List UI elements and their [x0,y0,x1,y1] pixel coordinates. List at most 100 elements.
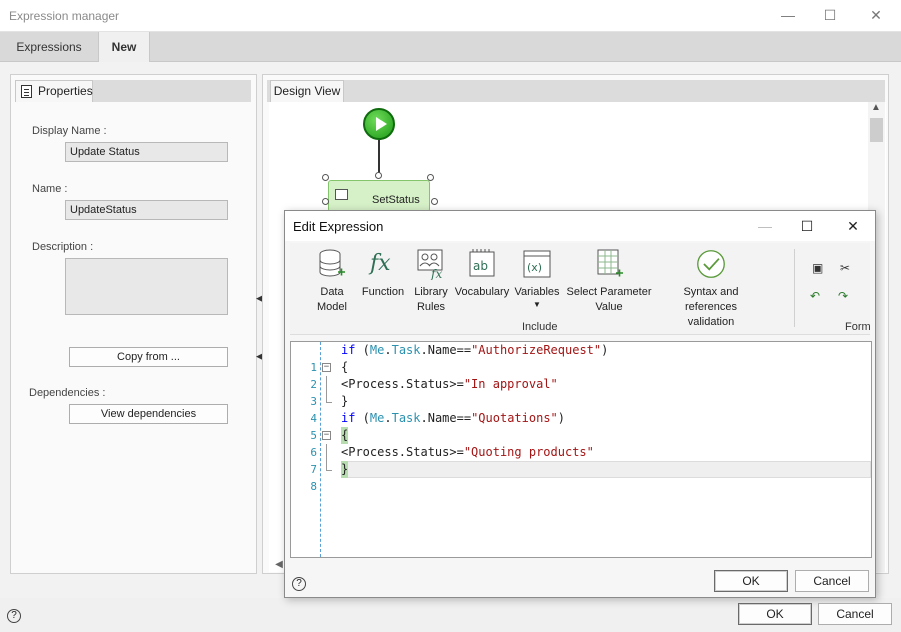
edit-expression-dialog: Edit Expression — ☐ ✕ Data Model fx Func… [284,210,876,598]
dialog-cancel-button[interactable]: Cancel [795,570,869,592]
database-icon [317,247,347,281]
code-text: <Process.Status>="Quoting products" [341,445,594,459]
dialog-ok-button[interactable]: OK [714,570,788,592]
variables-button[interactable]: (x) Variables ▼ [514,247,560,310]
properties-tab-label: Properties [38,84,93,98]
tab-expressions[interactable]: Expressions [0,32,98,62]
ribbon: Data Model fx Function fx Library Rules … [290,243,871,335]
syntax-validation-button[interactable]: Syntax and references validation [656,247,766,330]
close-icon[interactable]: ✕ [864,4,888,26]
select-parameter-icon [594,247,624,281]
dialog-title: Edit Expression [293,219,384,234]
vocabulary-button[interactable]: ab Vocabulary [452,247,512,300]
data-model-button[interactable]: Data Model [312,247,352,315]
task-icon [335,189,348,200]
function-icon: fx [368,247,398,281]
description-label: Description : [32,241,94,253]
library-rules-label-1: Library [414,286,448,298]
code-text: if (Me.Task.Name=="AuthorizeRequest") [341,343,609,357]
description-field[interactable] [65,258,228,315]
vocabulary-label: Vocabulary [454,286,510,298]
code-text: } [341,461,349,478]
cancel-button[interactable]: Cancel [818,603,892,625]
dialog-close-icon[interactable]: ✕ [841,216,865,236]
include-group-label: Include [522,321,558,333]
code-line: 4 } [291,393,871,425]
tab-bar: Expressions New [0,32,901,62]
window-title-bar: Expression manager — ☐ ✕ [0,0,901,32]
code-line: 3 <Process.Status>="In approval" [291,376,871,408]
tab-new[interactable]: New [98,32,150,62]
expression-editor[interactable]: 1 if (Me.Task.Name=="AuthorizeRequest") … [290,341,872,558]
data-model-label-2: Model [317,301,347,313]
validation-check-icon [696,247,726,281]
svg-text:ab: ab [473,259,488,273]
dialog-title-bar: Edit Expression — ☐ ✕ [285,211,875,241]
code-text: { [341,427,349,444]
cut-icon[interactable]: ✂ [840,261,850,275]
svg-text:fx: fx [368,251,391,276]
display-name-field[interactable]: Update Status [65,142,228,162]
view-dependencies-button[interactable]: View dependencies [69,404,228,424]
line-number: 8 [310,480,317,493]
code-text: <Process.Status>="In approval" [341,377,558,391]
dialog-help-icon[interactable]: ? [292,577,306,591]
svg-text:fx: fx [430,267,442,280]
selection-handle[interactable] [322,174,329,181]
syntax-validation-label-1: Syntax and references [683,286,739,313]
task-label: SetStatus [372,194,420,206]
selection-handle[interactable] [431,198,438,205]
maximize-icon[interactable]: ☐ [818,4,842,26]
select-parameter-label-2: Value [595,301,623,313]
vocabulary-icon: ab [467,247,497,281]
library-rules-label-2: Rules [416,301,446,313]
library-rules-button[interactable]: fx Library Rules [408,247,454,315]
code-text: } [341,394,349,408]
code-line: 6 − { [291,427,871,459]
design-view-tab[interactable]: Design View [270,80,344,102]
fold-collapse-icon[interactable]: − [322,431,331,440]
code-line: 1 if (Me.Task.Name=="AuthorizeRequest") [291,342,871,374]
selection-handle[interactable] [427,174,434,181]
format-group-label: Form [845,321,871,333]
variables-label: Variables [514,286,560,298]
select-parameter-label-1: Select Parameter [566,286,652,298]
design-view-header [267,80,885,102]
dependencies-label: Dependencies : [29,387,106,399]
display-name-label: Display Name : [32,125,107,137]
code-line: 5 if (Me.Task.Name=="Quotations") [291,410,871,442]
properties-tab[interactable]: Properties [15,80,93,102]
data-model-label-1: Data [320,286,344,298]
function-button[interactable]: fx Function [358,247,408,300]
start-node-icon[interactable] [363,108,395,140]
vertical-scroll-thumb[interactable] [870,118,883,142]
dialog-maximize-icon[interactable]: ☐ [795,216,819,236]
code-text: { [341,360,349,374]
properties-sheet-icon [21,85,32,98]
window-title: Expression manager [9,9,120,23]
select-parameter-value-button[interactable]: Select Parameter Value [566,247,652,315]
syntax-validation-label-2: validation [687,316,735,328]
dialog-minimize-icon: — [758,218,772,234]
variables-dropdown-icon[interactable]: ▼ [514,300,560,310]
save-icon[interactable]: ▣ [812,261,823,275]
redo-icon[interactable]: ↷ [838,289,848,303]
code-line: 8 } [291,461,871,493]
selection-handle[interactable] [322,198,329,205]
copy-from-button[interactable]: Copy from ... [69,347,228,367]
scroll-up-icon[interactable]: ▲ [871,102,881,113]
selection-handle[interactable] [375,172,382,179]
undo-icon[interactable]: ↶ [810,289,820,303]
svg-text:(x): (x) [527,261,542,274]
name-field[interactable]: UpdateStatus [65,200,228,220]
code-line: 2 − { [291,359,871,391]
help-icon[interactable]: ? [7,609,21,623]
minimize-icon[interactable]: — [776,4,800,26]
function-label: Function [361,286,405,298]
flow-connector [378,140,380,175]
code-line: 7 <Process.Status>="Quoting products" [291,444,871,476]
fold-collapse-icon[interactable]: − [322,363,331,372]
code-text: if (Me.Task.Name=="Quotations") [341,411,566,425]
name-label: Name : [32,183,68,195]
ok-button[interactable]: OK [738,603,812,625]
